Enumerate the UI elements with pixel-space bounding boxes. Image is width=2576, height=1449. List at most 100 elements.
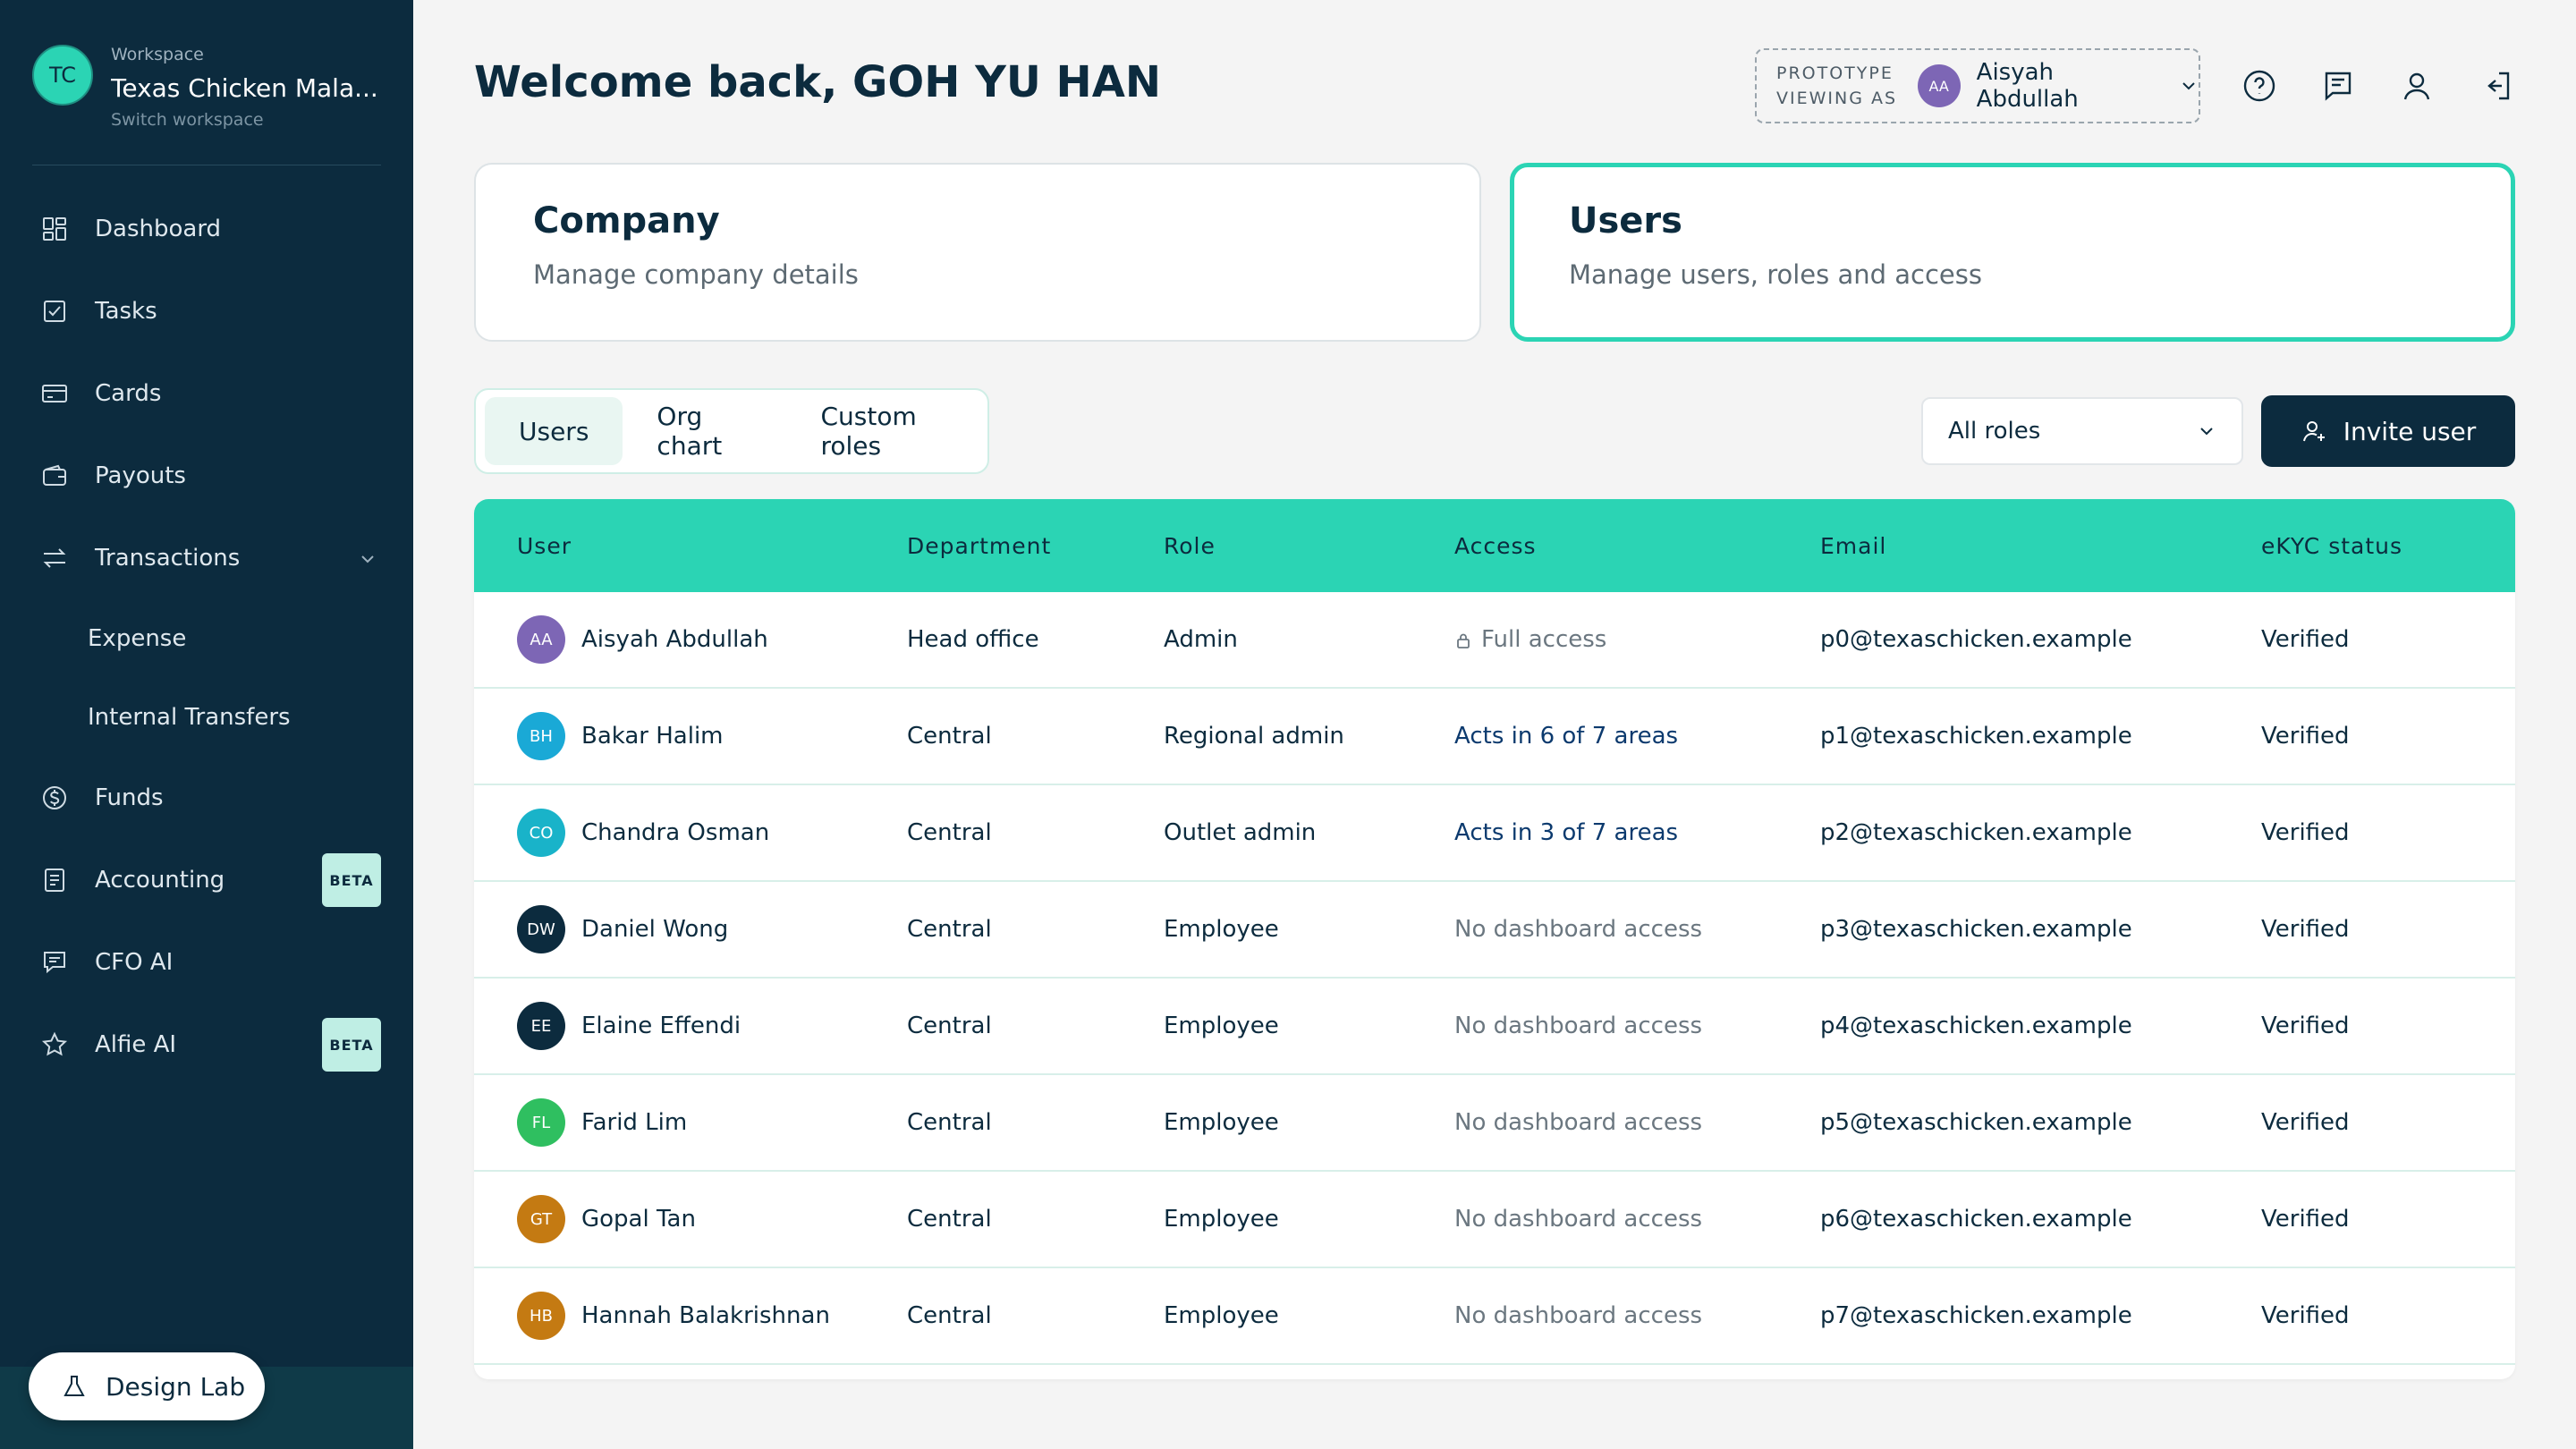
email-cell: p7@texaschicken.example — [1820, 1302, 2132, 1329]
table-row[interactable]: BH Bakar Halim Central Regional admin Acts i… — [474, 689, 2515, 785]
user-cell: AA Aisyah Abdullah — [474, 615, 907, 664]
sidebar-item-alfie-ai[interactable]: Alfie AI BETA — [0, 1004, 413, 1086]
ekyc-status-cell: Verified — [2261, 916, 2350, 943]
user-name[interactable]: Elaine Effendi — [581, 1013, 741, 1039]
column-header-access[interactable]: Access — [1454, 533, 1820, 559]
tab-users[interactable]: Users — [485, 397, 623, 465]
email-cell: p3@texaschicken.example — [1820, 916, 2132, 943]
prototype-label: PROTOTYPE VIEWING AS — [1776, 61, 1911, 111]
flask-icon — [64, 1376, 85, 1396]
workspace-switcher[interactable]: TC Workspace Texas Chicken Mala... Switc… — [32, 45, 378, 130]
tab-org-chart[interactable]: Org chart — [623, 397, 786, 465]
prototype-viewing-as[interactable]: PROTOTYPE VIEWING AS AA Aisyah Abdullah — [1755, 48, 2200, 123]
invite-user-label: Invite user — [2343, 416, 2477, 446]
logout-icon[interactable] — [2476, 66, 2515, 106]
department-cell: Central — [907, 916, 992, 943]
design-lab-button[interactable]: Design Lab — [29, 1352, 265, 1420]
user-cell: GT Gopal Tan — [474, 1195, 907, 1243]
user-name[interactable]: Aisyah Abdullah — [581, 626, 768, 653]
column-header-email[interactable]: Email — [1820, 533, 2261, 559]
access-cell[interactable]: Acts in 6 of 7 areas — [1454, 723, 1820, 750]
department-cell: Central — [907, 819, 992, 846]
table-row[interactable]: CO Chandra Osman Central Outlet admin Acts i… — [474, 785, 2515, 882]
table-row[interactable]: DW Daniel Wong Central Employee No dashboard… — [474, 882, 2515, 979]
avatar: EE — [517, 1002, 565, 1050]
sidebar-item-tasks[interactable]: Tasks — [0, 270, 413, 352]
avatar: CO — [517, 809, 565, 857]
user-name[interactable]: Gopal Tan — [581, 1206, 696, 1233]
wallet-icon — [39, 461, 70, 491]
access-label: No dashboard access — [1454, 1109, 1703, 1136]
chevron-down-icon[interactable] — [358, 549, 377, 569]
company-card[interactable]: Company Manage company details — [474, 163, 1481, 342]
avatar: AA — [517, 615, 565, 664]
sidebar-item-cfo-ai[interactable]: CFO AI — [0, 921, 413, 1004]
roles-filter-select[interactable]: All roles — [1921, 397, 2243, 465]
ekyc-status-cell: Verified — [2261, 819, 2350, 846]
user-cell: EE Elaine Effendi — [474, 1002, 907, 1050]
table-row[interactable]: EE Elaine Effendi Central Employee No dashbo… — [474, 979, 2515, 1075]
users-card[interactable]: Users Manage users, roles and access — [1510, 163, 2515, 342]
sidebar-item-transactions[interactable]: Transactions — [0, 517, 413, 599]
email-cell: p5@texaschicken.example — [1820, 1109, 2132, 1136]
workspace-name[interactable]: Texas Chicken Mala... — [111, 73, 406, 103]
user-name[interactable]: Daniel Wong — [581, 916, 728, 943]
ekyc-status-cell: Verified — [2261, 1109, 2350, 1136]
sidebar-item-dashboard[interactable]: Dashboard — [0, 188, 413, 270]
profile-icon[interactable] — [2397, 66, 2436, 106]
avatar: HB — [517, 1292, 565, 1340]
switch-workspace-link[interactable]: Switch workspace — [111, 110, 406, 130]
sidebar-item-funds[interactable]: Funds — [0, 757, 413, 839]
sidebar-item-label: Transactions — [95, 545, 241, 572]
chat-icon — [39, 947, 70, 978]
roles-filter-value: All roles — [1948, 418, 2041, 445]
user-name[interactable]: Hannah Balakrishnan — [581, 1302, 830, 1329]
sidebar-item-accounting[interactable]: Accounting BETA — [0, 839, 413, 921]
access-cell: No dashboard access — [1454, 916, 1820, 943]
table-row[interactable]: HB Hannah Balakrishnan Central Employee No d… — [474, 1268, 2515, 1365]
feedback-icon[interactable] — [2318, 66, 2358, 106]
sidebar-item-expense[interactable]: Expense — [0, 599, 413, 678]
sidebar-nav: Dashboard Tasks Cards Payouts Transactio… — [0, 188, 413, 1086]
chevron-down-icon[interactable] — [2179, 76, 2199, 96]
user-name[interactable]: Farid Lim — [581, 1109, 687, 1136]
column-header-ekyc-status[interactable]: eKYC status — [2261, 533, 2515, 559]
star-icon — [39, 1030, 70, 1060]
role-cell: Employee — [1164, 916, 1279, 943]
user-name[interactable]: Chandra Osman — [581, 819, 769, 846]
sidebar-item-label: CFO AI — [95, 949, 174, 976]
table-row[interactable]: GT Gopal Tan Central Employee No dashboard a… — [474, 1172, 2515, 1268]
department-cell: Central — [907, 723, 992, 750]
table-header: User Department Role Access Email eKYC s… — [474, 499, 2515, 592]
invite-user-button[interactable]: Invite user — [2261, 395, 2515, 467]
ekyc-status-cell: Verified — [2261, 1302, 2350, 1329]
tab-custom-roles[interactable]: Custom roles — [787, 397, 988, 465]
help-icon[interactable] — [2240, 66, 2279, 106]
access-cell: No dashboard access — [1454, 1013, 1820, 1039]
table-row[interactable]: FL Farid Lim Central Employee No dashboard a… — [474, 1075, 2515, 1172]
lock-icon — [1457, 633, 1470, 648]
transfer-icon — [39, 543, 70, 573]
sidebar-item-cards[interactable]: Cards — [0, 352, 413, 435]
ekyc-status-cell: Verified — [2261, 1013, 2350, 1039]
department-cell: Central — [907, 1206, 992, 1233]
column-header-role[interactable]: Role — [1164, 533, 1454, 559]
ekyc-status-cell: Verified — [2261, 723, 2350, 750]
table-row[interactable]: AA Aisyah Abdullah Head office Admin Full ac… — [474, 592, 2515, 689]
sidebar-item-internal-transfers[interactable]: Internal Transfers — [0, 678, 413, 757]
email-cell: p0@texaschicken.example — [1820, 626, 2132, 653]
email-cell: p6@texaschicken.example — [1820, 1206, 2132, 1233]
column-header-department[interactable]: Department — [907, 533, 1164, 559]
access-label: Acts in 3 of 7 areas — [1454, 819, 1679, 846]
avatar: DW — [517, 905, 565, 953]
access-cell[interactable]: Acts in 3 of 7 areas — [1454, 819, 1820, 846]
chevron-down-icon — [2200, 428, 2213, 436]
sidebar-item-label: Accounting — [95, 867, 225, 894]
user-name[interactable]: Bakar Halim — [581, 723, 724, 750]
card-title: Company — [533, 200, 720, 242]
column-header-user[interactable]: User — [474, 533, 907, 559]
access-label: No dashboard access — [1454, 1013, 1703, 1039]
sidebar-item-payouts[interactable]: Payouts — [0, 435, 413, 517]
prototype-line-2: VIEWING AS — [1776, 89, 1898, 108]
add-user-icon — [2302, 421, 2325, 442]
